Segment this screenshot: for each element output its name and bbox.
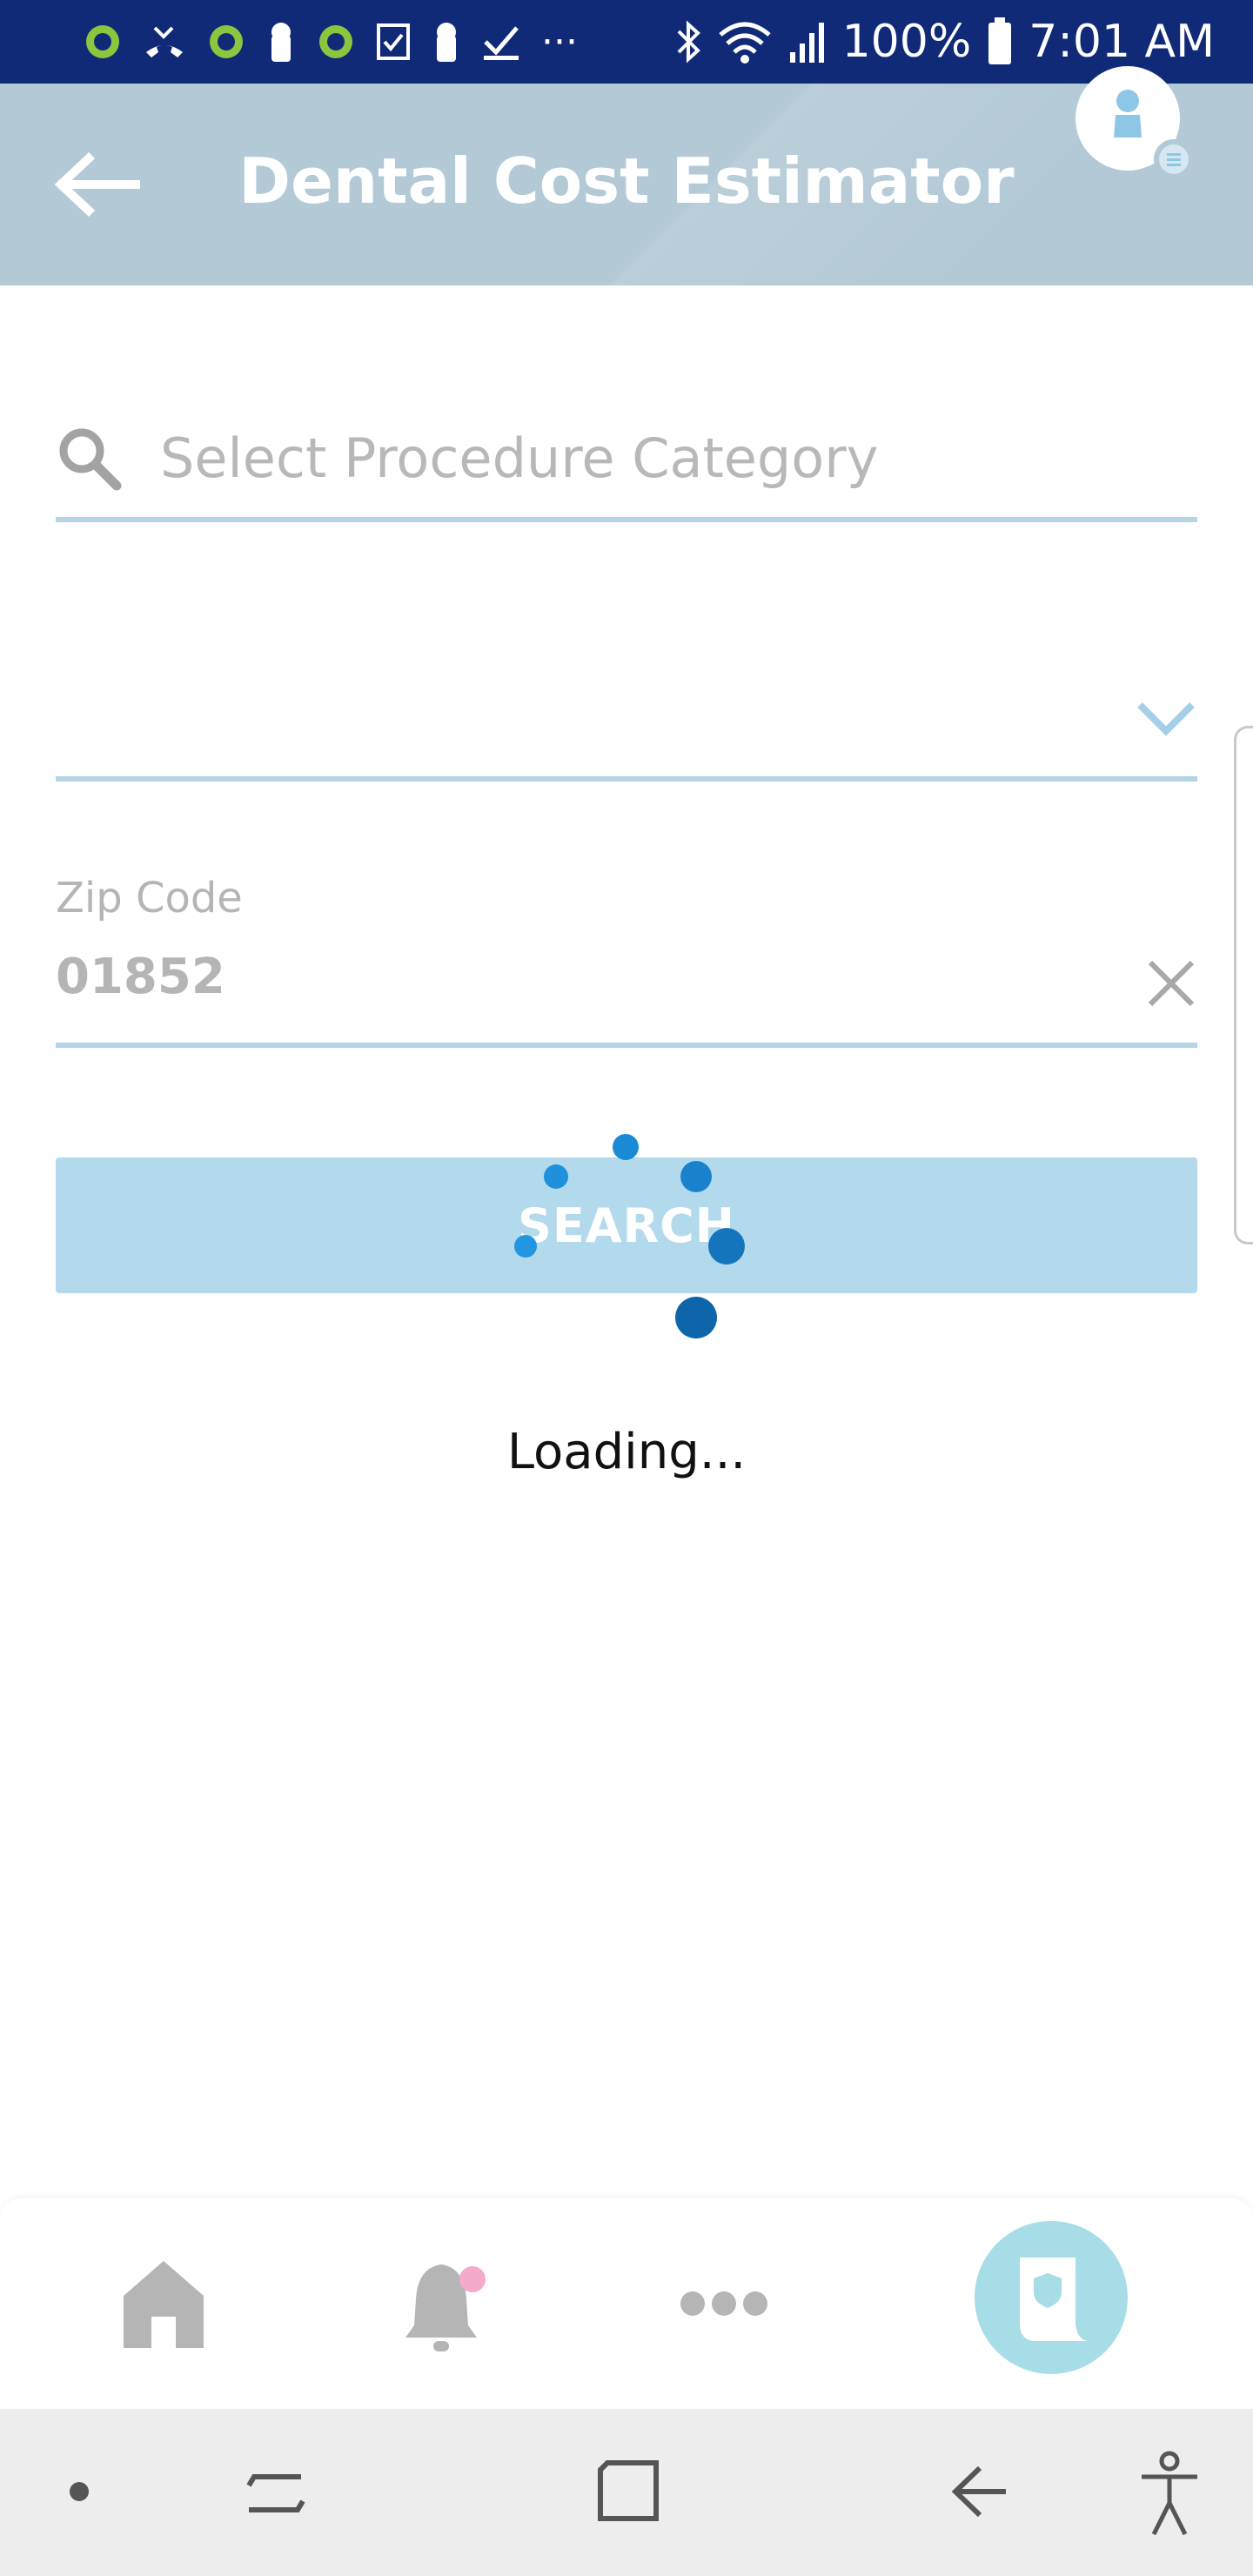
menu-lines-icon [1167, 153, 1181, 166]
shield-document-icon [1020, 2257, 1089, 2341]
battery-icon [988, 17, 1012, 64]
system-status: 100% 7:01 AM [675, 10, 1215, 73]
checkbox-icon [377, 23, 410, 60]
clock: 7:01 AM [1029, 16, 1215, 68]
more-dots-icon: ··· [541, 19, 578, 64]
system-nav-bar [0, 2409, 1253, 2576]
zip-underline [56, 1043, 1197, 1048]
search-placeholder: Select Procedure Category [160, 426, 879, 490]
close-icon[interactable] [1145, 957, 1197, 1010]
wifi-icon [718, 22, 771, 64]
procedure-category-search[interactable]: Select Procedure Category [56, 409, 1197, 524]
home-icon[interactable] [122, 2259, 205, 2350]
lime-app-icon [210, 25, 243, 58]
loading-text: Loading... [506, 1424, 747, 1480]
home-square-icon[interactable] [597, 2458, 660, 2524]
loading-spinner-icon [514, 1134, 745, 1338]
side-panel-handle[interactable] [1234, 726, 1253, 1244]
dropdown-underline [56, 776, 1197, 782]
keyhole-icon [437, 23, 456, 62]
back-icon[interactable] [950, 2463, 1011, 2520]
check-icon [484, 26, 519, 60]
notification-icons: ··· [84, 16, 578, 68]
dot-icon[interactable] [68, 2480, 90, 2503]
more-icon[interactable] [679, 2289, 769, 2318]
lime-app-icon [86, 25, 119, 58]
zip-code-input[interactable]: 01852 [56, 949, 225, 1005]
search-icon [59, 428, 122, 491]
profile-menu-badge[interactable] [1154, 139, 1194, 179]
status-bar: ··· 100% 7:01 AM [0, 0, 1253, 84]
missed-call-icon [146, 26, 183, 57]
battery-percentage: 100% [841, 16, 972, 68]
notification-badge [459, 2266, 486, 2292]
procedure-dropdown[interactable] [56, 679, 1197, 783]
coverage-tab[interactable] [975, 2221, 1128, 2374]
signal-icon [789, 23, 824, 63]
page-title: Dental Cost Estimator [238, 144, 1015, 218]
search-underline [56, 517, 1197, 522]
lime-app-icon [319, 25, 352, 58]
zip-code-label: Zip Code [56, 874, 243, 922]
app-bar: Dental Cost Estimator [0, 84, 1253, 285]
chevron-down-icon [1137, 702, 1195, 736]
keyhole-icon [271, 23, 291, 62]
accessibility-icon[interactable] [1136, 2451, 1203, 2538]
recent-apps-icon[interactable] [245, 2461, 306, 2522]
bluetooth-icon [677, 20, 700, 64]
